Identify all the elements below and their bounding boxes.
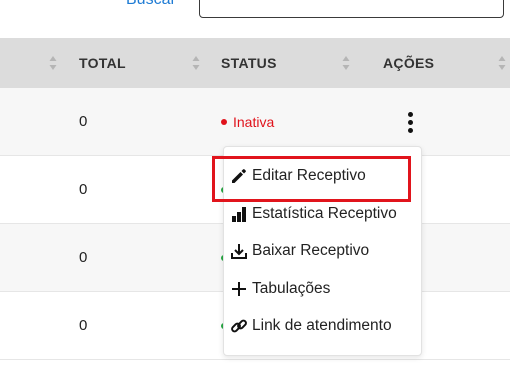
status-label: Inativa bbox=[233, 114, 275, 130]
bar-chart-icon bbox=[229, 204, 249, 224]
pencil-icon bbox=[229, 166, 249, 186]
table-header: TOTAL STATUS AÇÕES bbox=[0, 38, 510, 88]
plus-icon bbox=[229, 279, 249, 299]
menu-item-estatistica-receptivo[interactable]: Estatística Receptivo bbox=[229, 199, 397, 229]
total-cell: 0 bbox=[79, 249, 88, 266]
column-header-total[interactable]: TOTAL bbox=[79, 38, 126, 88]
link-icon bbox=[229, 316, 249, 336]
menu-item-editar-receptivo[interactable]: Editar Receptivo bbox=[229, 161, 366, 191]
menu-item-link-de-atendimento[interactable]: Link de atendimento bbox=[229, 311, 392, 341]
menu-item-label: Baixar Receptivo bbox=[252, 242, 370, 259]
sort-icon[interactable] bbox=[49, 55, 57, 71]
total-cell: 0 bbox=[79, 181, 88, 198]
actions-dropdown-menu: Editar Receptivo Estatística Receptivo B… bbox=[223, 146, 422, 356]
menu-item-tabulacoes[interactable]: Tabulações bbox=[229, 274, 330, 304]
kebab-icon bbox=[407, 112, 413, 117]
total-cell: 0 bbox=[79, 317, 88, 334]
search-link[interactable]: Buscar bbox=[126, 0, 176, 9]
total-cell: 0 bbox=[79, 113, 88, 130]
menu-item-label: Link de atendimento bbox=[252, 317, 392, 334]
column-header-status[interactable]: STATUS bbox=[221, 38, 277, 88]
sort-icon[interactable] bbox=[192, 55, 200, 71]
menu-item-baixar-receptivo[interactable]: Baixar Receptivo bbox=[229, 236, 369, 266]
sort-icon[interactable] bbox=[498, 55, 506, 71]
menu-item-label: Tabulações bbox=[252, 280, 331, 297]
actions-menu-button[interactable] bbox=[402, 110, 418, 136]
column-header-actions: AÇÕES bbox=[383, 55, 435, 71]
search-bar: Buscar bbox=[0, 0, 510, 38]
menu-item-label: Editar Receptivo bbox=[252, 167, 366, 184]
download-icon bbox=[229, 241, 249, 261]
sort-icon[interactable] bbox=[342, 55, 350, 71]
search-input[interactable] bbox=[199, 0, 504, 18]
status-dot-icon bbox=[221, 119, 227, 126]
menu-item-label: Estatística Receptivo bbox=[252, 205, 397, 222]
